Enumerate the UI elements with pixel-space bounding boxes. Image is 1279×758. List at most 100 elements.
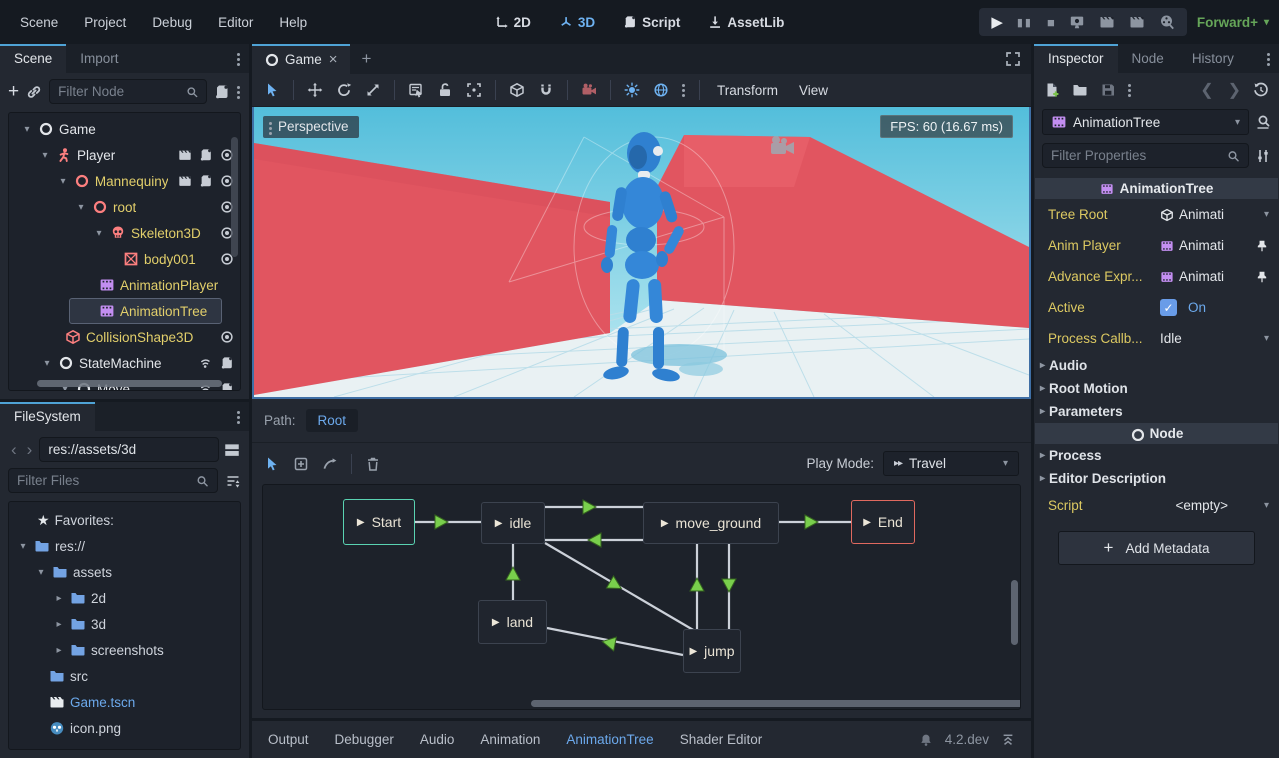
tree-row-animationplayer[interactable]: AnimationPlayer [9, 272, 240, 298]
fs-row-res[interactable]: ▾ res:// [9, 533, 240, 559]
tab-animationtree[interactable]: AnimationTree [566, 732, 653, 747]
view-options-icon[interactable] [682, 82, 686, 98]
tab-scene[interactable]: Scene [0, 44, 66, 73]
play-mode-dropdown[interactable]: ▸▸ Travel ▾ [883, 451, 1019, 476]
new-scene-tab-button[interactable]: + [350, 49, 384, 69]
tab-audio[interactable]: Audio [420, 732, 455, 747]
collapse-icon[interactable]: ▾ [57, 176, 69, 187]
tab-inspector[interactable]: Inspector [1034, 44, 1118, 73]
fs-row-src[interactable]: src [9, 663, 240, 689]
pin-value-icon[interactable] [1255, 239, 1269, 253]
tab-game-scene[interactable]: Game × [252, 44, 350, 74]
pin-value-icon[interactable] [1255, 270, 1269, 284]
collapse-icon[interactable]: ▾ [17, 541, 29, 552]
play-state-icon[interactable]: ▶ [357, 517, 365, 528]
tab-debugger[interactable]: Debugger [335, 732, 394, 747]
state-node-move-ground[interactable]: ▶move_ground [643, 502, 779, 544]
transform-menu[interactable]: Transform [713, 83, 782, 98]
collapse-icon[interactable]: ▾ [35, 567, 47, 578]
distraction-free-icon[interactable] [1005, 51, 1021, 67]
prop-tree-root[interactable]: Tree Root Animati ▾ [1034, 199, 1279, 230]
tab-output[interactable]: Output [268, 732, 309, 747]
edited-object-dropdown[interactable]: AnimationTree ▾ [1042, 109, 1249, 135]
prop-anim-player[interactable]: Anim Player Animati [1034, 230, 1279, 261]
new-resource-icon[interactable] [1044, 82, 1060, 98]
filesystem-menu-icon[interactable] [237, 409, 241, 425]
save-resource-icon[interactable] [1100, 82, 1116, 98]
object-history-icon[interactable] [1253, 82, 1269, 98]
pause-button[interactable]: ▮▮ [1017, 16, 1033, 29]
fs-row-favorites[interactable]: ★ Favorites: [9, 507, 240, 533]
resource-options-icon[interactable] [1128, 82, 1132, 98]
tab-import[interactable]: Import [66, 44, 132, 73]
section-editor-description[interactable]: ▸Editor Description [1034, 467, 1279, 490]
fs-row-3d[interactable]: ▸ 3d [9, 611, 240, 637]
connect-nodes-icon[interactable] [322, 456, 338, 472]
lock-icon[interactable] [437, 82, 453, 98]
camera-preview-icon[interactable] [581, 82, 597, 98]
state-node-jump[interactable]: ▶jump [683, 629, 741, 673]
prop-process-callback[interactable]: Process Callb... Idle ▾ [1034, 323, 1279, 354]
script-icon[interactable] [220, 356, 234, 370]
history-forward-icon[interactable]: ❯ [1228, 80, 1241, 100]
collapse-icon[interactable]: ▾ [93, 228, 105, 239]
list-select-icon[interactable] [408, 82, 424, 98]
tab-node[interactable]: Node [1118, 44, 1178, 73]
display-mode-icon[interactable] [223, 441, 241, 459]
menu-scene[interactable]: Scene [10, 10, 68, 35]
filter-node-input[interactable] [58, 84, 180, 99]
fs-row-game-tscn[interactable]: Game.tscn [9, 689, 240, 715]
collapse-icon[interactable]: ▾ [41, 358, 53, 369]
fs-row-assets[interactable]: ▾ assets [9, 559, 240, 585]
fs-row-2d[interactable]: ▸ 2d [9, 585, 240, 611]
create-node-icon[interactable] [293, 456, 309, 472]
active-checkbox[interactable]: ✓ [1160, 299, 1177, 316]
tree-row-collisionshape3d[interactable]: CollisionShape3D [9, 324, 240, 350]
script-icon[interactable] [220, 382, 234, 391]
instance-scene-icon[interactable] [26, 84, 42, 100]
expand-icon[interactable]: ▸ [53, 645, 65, 656]
state-node-start[interactable]: ▶Start [343, 499, 415, 545]
tab-history[interactable]: History [1178, 44, 1248, 73]
tree-row-body001[interactable]: body001 [9, 246, 240, 272]
stop-button[interactable]: ■ [1047, 15, 1055, 30]
scene-tree-hscrollbar[interactable] [37, 380, 222, 387]
renderer-selector[interactable]: Forward+ ▾ [1197, 15, 1269, 30]
scale-tool-icon[interactable] [365, 82, 381, 98]
load-resource-icon[interactable] [1072, 82, 1088, 98]
section-root-motion[interactable]: ▸Root Motion [1034, 377, 1279, 400]
state-node-idle[interactable]: ▶idle [481, 502, 545, 544]
graph-hscrollbar[interactable] [531, 700, 1021, 707]
play-custom-scene-icon[interactable] [1129, 14, 1145, 30]
filter-files-input[interactable] [17, 473, 190, 488]
menu-editor[interactable]: Editor [208, 10, 263, 35]
prop-advance-expression[interactable]: Advance Expr... Animati [1034, 261, 1279, 292]
switch-3d-button[interactable]: 3D [550, 11, 604, 34]
signal-icon[interactable] [199, 356, 213, 370]
ruler-icon[interactable] [509, 82, 525, 98]
switch-2d-button[interactable]: 2D [486, 11, 540, 34]
sun-icon[interactable] [624, 82, 640, 98]
select-tool-icon[interactable] [264, 82, 280, 98]
move-tool-icon[interactable] [307, 82, 323, 98]
nav-back-icon[interactable]: ‹ [8, 440, 20, 460]
scene-instance-icon[interactable] [178, 174, 192, 188]
history-back-icon[interactable]: ❮ [1200, 80, 1213, 100]
collapse-icon[interactable]: ▾ [39, 150, 51, 161]
delete-node-icon[interactable] [365, 456, 381, 472]
view-menu[interactable]: View [795, 83, 832, 98]
tree-row-animationtree[interactable]: AnimationTree [9, 298, 240, 324]
tab-filesystem[interactable]: FileSystem [0, 402, 95, 431]
chevron-down-icon[interactable]: ▾ [1264, 333, 1269, 344]
tree-row-root[interactable]: ▾ root [9, 194, 240, 220]
visibility-icon[interactable] [220, 330, 234, 344]
prop-script[interactable]: Script <empty> ▾ [1034, 490, 1279, 521]
section-parameters[interactable]: ▸Parameters [1034, 400, 1279, 423]
filter-properties-input[interactable] [1051, 148, 1221, 163]
group-icon[interactable] [466, 82, 482, 98]
tree-row-player[interactable]: ▾ Player [9, 142, 240, 168]
close-icon[interactable]: × [329, 51, 338, 68]
collapse-icon[interactable]: ▾ [75, 202, 87, 213]
play-state-icon[interactable]: ▶ [492, 617, 500, 628]
add-node-button[interactable]: + [8, 81, 19, 103]
